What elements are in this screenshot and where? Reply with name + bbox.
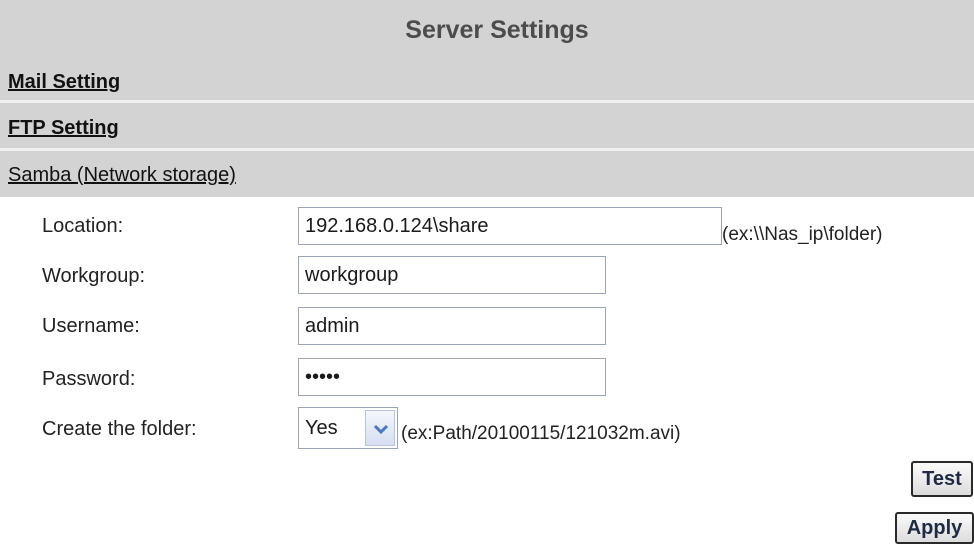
chevron-down-icon [373,424,389,435]
create-folder-label: Create the folder: [42,418,197,440]
password-input[interactable] [298,358,606,396]
create-folder-value: Yes [305,417,338,439]
location-label: Location: [42,215,124,237]
workgroup-input[interactable] [298,256,606,294]
username-input[interactable] [298,307,606,345]
section-ftp-setting[interactable]: FTP Setting [0,103,974,151]
username-label: Username: [42,315,140,337]
dropdown-button[interactable] [365,410,395,446]
create-folder-hint: (ex:Path/20100115/121032m.avi) [401,423,681,444]
create-folder-select[interactable]: Yes [298,407,398,449]
page-header: Server Settings [0,0,974,64]
location-hint: (ex:\\Nas_ip\folder) [722,224,883,245]
samba-link[interactable]: Samba (Network storage) [8,164,236,187]
location-input[interactable] [298,207,722,245]
section-samba[interactable]: Samba (Network storage) [0,151,974,197]
test-button[interactable]: Test [911,461,973,497]
password-label: Password: [42,368,136,390]
ftp-setting-link[interactable]: FTP Setting [8,117,119,140]
page-title: Server Settings [405,16,589,44]
section-mail-setting[interactable]: Mail Setting [0,61,974,103]
apply-button[interactable]: Apply [895,512,974,544]
workgroup-label: Workgroup: [42,265,146,287]
mail-setting-link[interactable]: Mail Setting [8,71,120,94]
